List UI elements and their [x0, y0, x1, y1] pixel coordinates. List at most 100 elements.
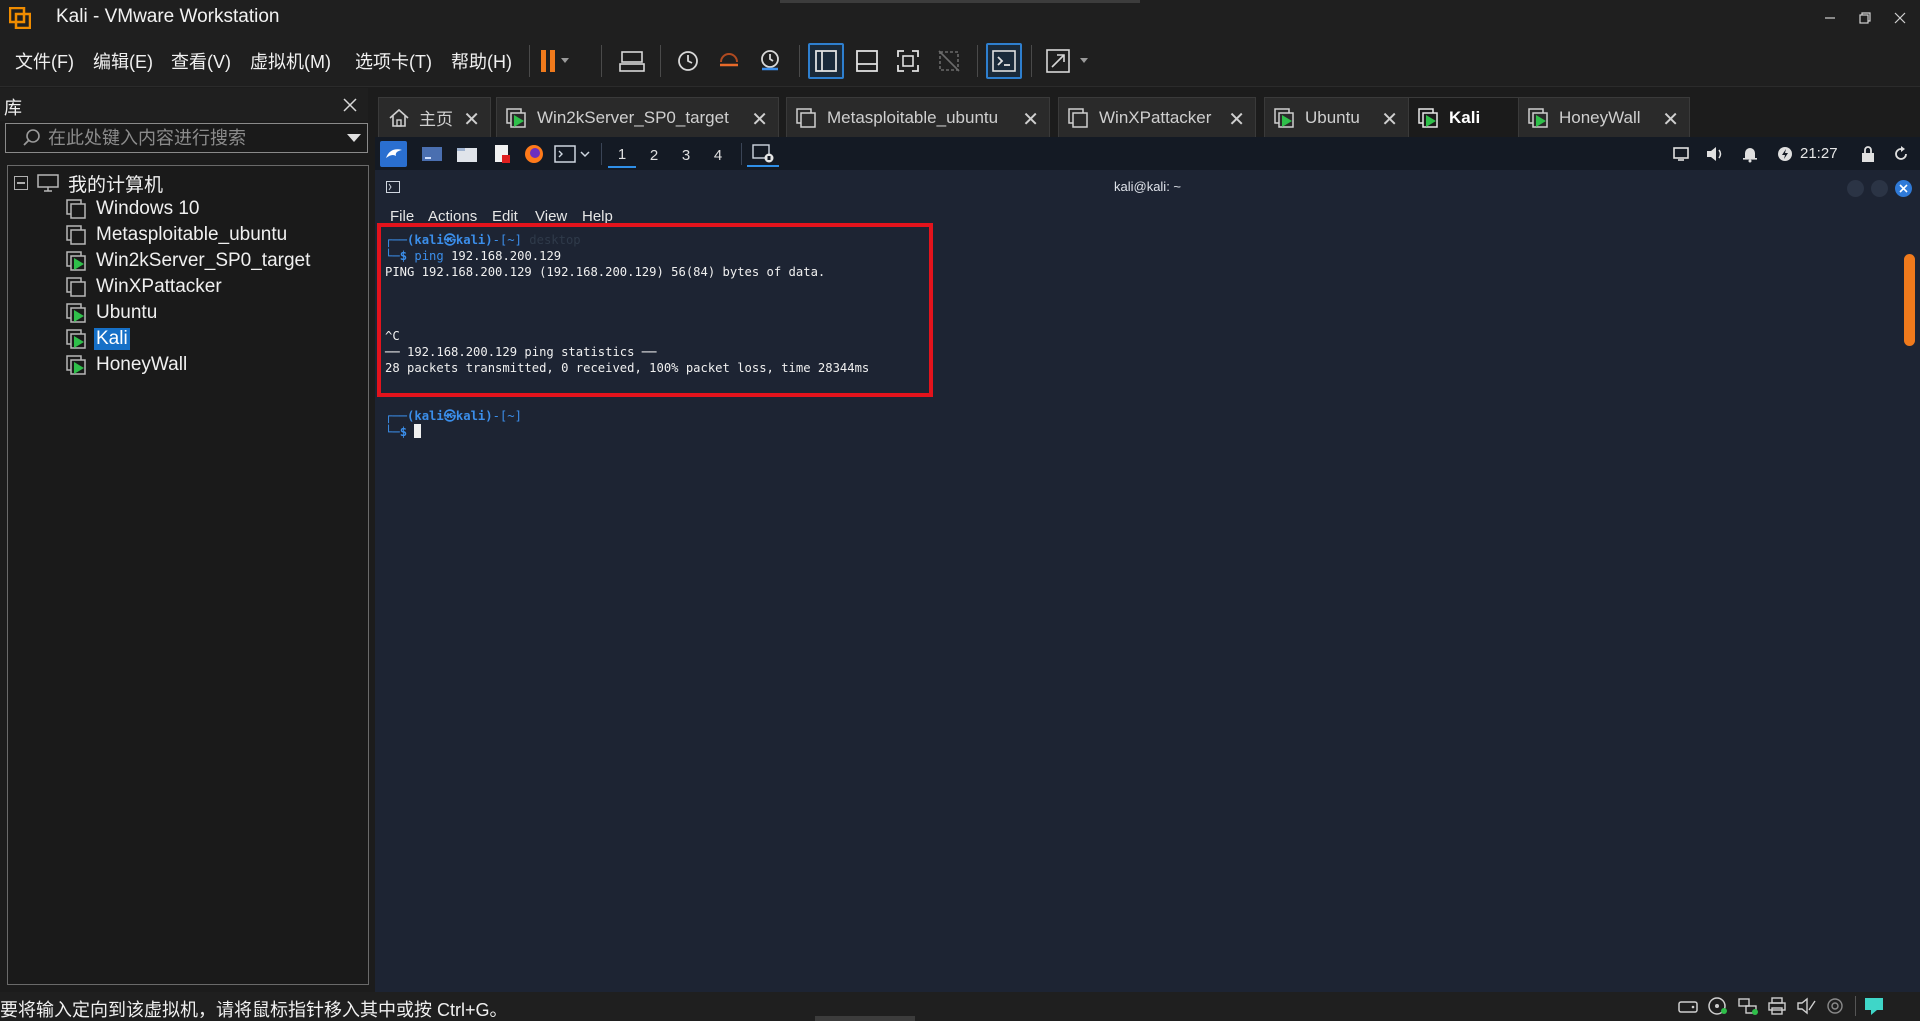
vm-running-icon [1527, 107, 1551, 129]
network-adapter-status-icon[interactable] [1736, 995, 1760, 1017]
workspace-2[interactable]: 2 [640, 142, 668, 168]
tab-close-button[interactable]: ✕ [1228, 107, 1245, 132]
vm-icon [65, 198, 89, 220]
toolbar-separator [660, 45, 661, 77]
terminal-minimize-button[interactable] [1847, 180, 1864, 197]
tree-item-ubuntu[interactable]: Ubuntu [65, 301, 159, 325]
terminal-close-button[interactable] [1895, 180, 1912, 197]
statusbar-separator [1855, 996, 1856, 1016]
menu-file[interactable]: 文件(F) [15, 48, 74, 74]
terminal-maximize-button[interactable] [1871, 180, 1888, 197]
tab-close-button[interactable]: ✕ [463, 107, 480, 132]
tree-item-win2kserver[interactable]: Win2kServer_SP0_target [65, 249, 312, 273]
tab-close-button[interactable]: ✕ [1381, 107, 1398, 132]
terminal-icon [554, 145, 590, 163]
vm-tab-bar: 主页 ✕ Win2kServer_SP0_target ✕ Metasploit… [375, 95, 1920, 137]
tab-label: HoneyWall [1559, 107, 1641, 127]
thumbnail-bar-button[interactable] [849, 43, 885, 79]
tab-home[interactable]: 主页 ✕ [378, 97, 491, 137]
console-icon [992, 50, 1016, 72]
tab-honeywall[interactable]: HoneyWall ✕ [1518, 97, 1690, 137]
workspace-4[interactable]: 4 [704, 142, 732, 168]
message-log-icon[interactable] [1862, 995, 1886, 1017]
fullscreen-button[interactable] [890, 43, 926, 79]
tab-close-button[interactable]: ✕ [1662, 107, 1679, 132]
show-library-button[interactable] [808, 43, 844, 79]
thumbnail-layout-icon [856, 50, 878, 72]
tree-item-metasploitable-ubuntu[interactable]: Metasploitable_ubuntu [65, 223, 289, 247]
text-editor-button[interactable] [490, 141, 514, 167]
workspace-1[interactable]: 1 [608, 142, 636, 168]
printer-status-icon[interactable] [1765, 995, 1789, 1017]
statusbar-notch [815, 1016, 915, 1021]
vm-running-icon [1417, 107, 1441, 129]
tab-ubuntu[interactable]: Ubuntu ✕ [1264, 97, 1409, 137]
notifications-button[interactable] [1738, 141, 1762, 167]
power-status-icon [1778, 147, 1792, 161]
menu-toolbar: 文件(F) 编辑(E) 查看(V) 虚拟机(M) 选项卡(T) 帮助(H) [0, 35, 1920, 87]
cd-dvd-status-icon[interactable] [1706, 995, 1730, 1017]
menu-view[interactable]: 查看(V) [171, 48, 231, 74]
tree-item-windows-10[interactable]: Windows 10 [65, 197, 202, 221]
stretch-guest-button[interactable] [1042, 43, 1098, 79]
pause-button[interactable] [537, 43, 573, 79]
menu-tabs[interactable]: 选项卡(T) [355, 48, 432, 74]
search-dropdown-icon[interactable] [346, 133, 362, 143]
unity-mode-button[interactable] [931, 43, 967, 79]
display-settings-button[interactable] [1669, 141, 1693, 167]
console-view-button[interactable] [986, 43, 1022, 79]
library-close-button[interactable] [342, 92, 358, 119]
send-ctrl-alt-del-button[interactable] [614, 43, 650, 79]
firefox-icon [525, 145, 543, 163]
tab-metasploitable-ubuntu[interactable]: Metasploitable_ubuntu ✕ [786, 97, 1050, 137]
kali-menu-button[interactable] [380, 141, 407, 167]
terminal-scrollbar[interactable] [1902, 252, 1916, 987]
tab-winxpattacker[interactable]: WinXPattacker ✕ [1058, 97, 1256, 137]
monitor-icon [1673, 147, 1689, 161]
tree-item-winxpattacker[interactable]: WinXPattacker [65, 275, 224, 299]
workspace-3[interactable]: 3 [672, 142, 700, 168]
vm-icon [65, 224, 89, 246]
tab-win2kserver[interactable]: Win2kServer_SP0_target ✕ [496, 97, 779, 137]
tab-close-button[interactable]: ✕ [751, 107, 768, 132]
sound-card-status-icon[interactable] [1794, 995, 1818, 1017]
firefox-button[interactable] [522, 141, 546, 167]
tree-item-label: Kali [94, 328, 130, 350]
vm-running-icon [1273, 107, 1297, 129]
terminal-scrollbar-thumb[interactable] [1904, 254, 1915, 346]
logout-button[interactable] [1889, 141, 1913, 167]
pause-icon [541, 50, 569, 72]
terminal-titlebar: kali@kali: ~ [375, 173, 1920, 201]
lock-screen-button[interactable] [1856, 141, 1880, 167]
tree-root-my-computer[interactable]: 我的计算机 [14, 171, 165, 196]
hard-disk-status-icon[interactable] [1676, 995, 1700, 1017]
usb-status-icon[interactable] [1823, 995, 1847, 1017]
library-search-input[interactable] [48, 127, 328, 149]
taskbar-terminal-window[interactable] [747, 141, 779, 167]
snapshot-button[interactable] [670, 43, 706, 79]
power-manager-button[interactable] [1773, 141, 1797, 167]
guest-clock[interactable]: 21:27 [1800, 145, 1838, 162]
volume-button[interactable] [1703, 141, 1727, 167]
tab-label: Kali [1449, 107, 1481, 127]
menu-edit[interactable]: 编辑(E) [93, 48, 153, 74]
terminal-launcher-button[interactable] [554, 141, 594, 167]
status-message: 要将输入定向到该虚拟机，请将鼠标指针移入其中或按 Ctrl+G。 [0, 1000, 508, 1020]
tab-label: Ubuntu [1305, 107, 1360, 127]
tab-close-button[interactable]: ✕ [1022, 107, 1039, 132]
menu-vm[interactable]: 虚拟机(M) [250, 48, 331, 74]
collapse-icon[interactable] [14, 176, 28, 190]
snapshot-manager-button[interactable] [752, 43, 788, 79]
vm-console[interactable]: 1 2 3 4 21:27 kali@kali: ~ File Actions … [375, 137, 1920, 992]
tree-item-kali[interactable]: Kali [65, 327, 130, 351]
revert-snapshot-button[interactable] [711, 43, 747, 79]
toolbar-separator [529, 45, 530, 77]
text-cursor [414, 424, 422, 438]
menu-help[interactable]: 帮助(H) [451, 48, 512, 74]
close-window-button[interactable] [1878, 0, 1920, 35]
tree-item-honeywall[interactable]: HoneyWall [65, 353, 189, 377]
file-manager-button[interactable] [455, 141, 479, 167]
folder-icon [457, 148, 477, 162]
terminal-window-icon [752, 144, 774, 163]
show-desktop-button[interactable] [420, 141, 444, 167]
